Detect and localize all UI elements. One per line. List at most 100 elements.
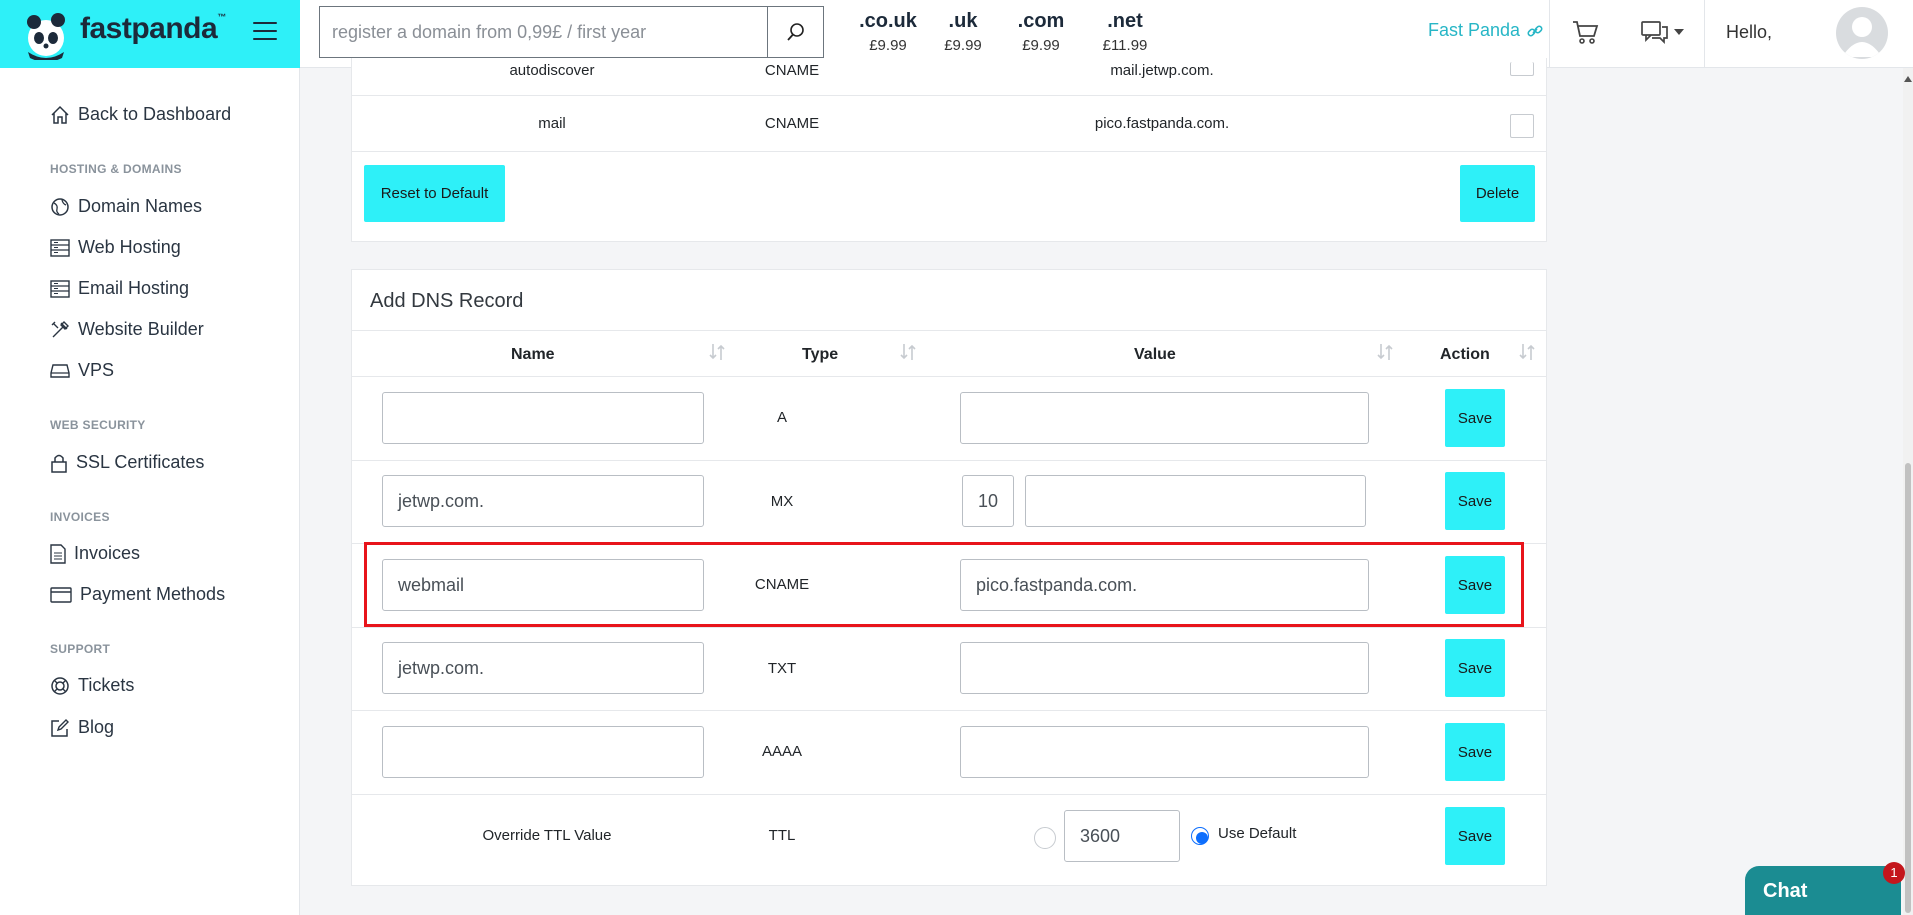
sidebar-item-payment-methods[interactable]: Payment Methods (50, 584, 225, 605)
name-input[interactable] (382, 392, 704, 444)
card-title: Add DNS Record (370, 290, 524, 312)
sort-icon[interactable] (1376, 342, 1394, 362)
scrollbar-thumb[interactable] (1905, 463, 1911, 913)
sidebar-item-domain-names[interactable]: Domain Names (50, 196, 202, 217)
link-icon (1527, 24, 1543, 37)
sidebar-item-label: Domain Names (78, 196, 203, 216)
value-input[interactable] (960, 642, 1369, 694)
fast-panda-link-label: Fast Panda (1428, 20, 1521, 40)
sidebar-section-invoices: INVOICES (50, 510, 110, 524)
record-type: MX (770, 493, 794, 510)
menu-toggle-icon[interactable] (253, 22, 277, 42)
search-button[interactable] (767, 7, 823, 57)
sidebar-item-label: VPS (78, 360, 115, 380)
use-default-ttl-radio[interactable] (1191, 827, 1209, 845)
tld-ext: .com (1017, 10, 1065, 32)
sidebar-item-vps[interactable]: VPS (50, 360, 114, 381)
record-checkbox[interactable] (1510, 62, 1534, 76)
panda-logo-icon (27, 13, 65, 60)
sidebar-item-blog[interactable]: Blog (50, 717, 114, 738)
user-avatar-icon (1842, 17, 1882, 57)
row-divider (352, 330, 1546, 331)
sidebar-item-back-to-dashboard[interactable]: Back to Dashboard (50, 104, 231, 125)
sort-icon[interactable] (899, 342, 917, 362)
column-header-action[interactable]: Action (1440, 346, 1490, 364)
sidebar-section-hosting: HOSTING & DOMAINS (50, 162, 182, 176)
chat-notification-badge: 1 (1883, 862, 1905, 884)
tld-com[interactable]: .com £9.99 (1012, 10, 1070, 54)
name-input[interactable]: jetwp.com. (382, 642, 704, 694)
sidebar-item-tickets[interactable]: Tickets (50, 675, 134, 696)
scroll-up-arrow-icon[interactable] (1904, 76, 1912, 82)
home-icon (51, 105, 69, 124)
sidebar-item-label: Invoices (74, 543, 141, 563)
tld-price: £9.99 (869, 37, 907, 54)
globe-icon (51, 197, 69, 216)
column-header-type[interactable]: Type (802, 346, 838, 364)
brand-area: fastpanda™ (0, 0, 300, 68)
sidebar-item-website-builder[interactable]: Website Builder (50, 319, 204, 340)
value-input[interactable] (960, 392, 1369, 444)
record-checkbox[interactable] (1510, 114, 1534, 138)
delete-button[interactable]: Delete (1460, 165, 1535, 222)
messages-dropdown[interactable] (1640, 19, 1684, 45)
ttl-label: Override TTL Value (482, 827, 612, 844)
column-header-name[interactable]: Name (511, 346, 555, 364)
tld-ext: .co.uk (859, 10, 917, 32)
record-value: mail.jetwp.com. (1110, 62, 1214, 79)
mx-priority-input[interactable]: 10 (962, 475, 1014, 527)
sidebar-item-web-hosting[interactable]: Web Hosting (50, 237, 181, 258)
use-default-label: Use Default (1218, 825, 1297, 842)
user-greeting: Hello, (1726, 22, 1773, 42)
record-type: TTL (768, 827, 796, 844)
name-input[interactable]: jetwp.com. (382, 475, 704, 527)
record-type: AAAA (761, 743, 803, 760)
sidebar-section-support: SUPPORT (50, 642, 111, 656)
tld-uk[interactable]: .uk £9.99 (937, 10, 989, 54)
brand-name: fastpanda™ (80, 12, 226, 45)
ttl-value-input[interactable]: 3600 (1064, 810, 1180, 862)
value-input[interactable] (1025, 475, 1366, 527)
sort-icon[interactable] (708, 342, 726, 362)
override-ttl-radio[interactable] (1034, 827, 1056, 849)
save-button[interactable]: Save (1445, 723, 1505, 781)
sidebar-item-label: Tickets (78, 675, 135, 695)
invoice-icon (50, 543, 66, 564)
server-icon (50, 238, 70, 257)
sidebar-item-invoices[interactable]: Invoices (50, 543, 140, 564)
page-scrollbar[interactable] (1903, 68, 1913, 915)
save-button[interactable]: Save (1445, 389, 1505, 447)
name-input[interactable] (382, 726, 704, 778)
sidebar-item-email-hosting[interactable]: Email Hosting (50, 278, 189, 299)
save-button[interactable]: Save (1445, 639, 1505, 697)
save-button[interactable]: Save (1445, 472, 1505, 530)
cart-icon[interactable] (1571, 19, 1599, 45)
domain-search (319, 6, 824, 58)
hard-drive-icon (50, 363, 70, 378)
save-button[interactable]: Save (1445, 807, 1505, 865)
chat-widget-button[interactable]: Chat (1745, 866, 1901, 915)
divider (1549, 0, 1550, 68)
tld-price: £9.99 (1022, 37, 1060, 54)
reset-to-default-button[interactable]: Reset to Default (364, 165, 505, 222)
domain-search-input[interactable] (320, 7, 768, 57)
divider (1704, 0, 1705, 68)
row-divider (352, 95, 1546, 96)
sidebar-item-label: Web Hosting (78, 237, 181, 257)
tld-ext: .uk (948, 10, 978, 32)
value-input[interactable] (960, 726, 1369, 778)
tld-co-uk[interactable]: .co.uk £9.99 (848, 10, 928, 54)
record-value: pico.fastpanda.com. (1094, 115, 1230, 132)
sort-icon[interactable] (1518, 342, 1536, 362)
sidebar: Back to Dashboard HOSTING & DOMAINS Doma… (0, 68, 300, 915)
avatar[interactable] (1836, 7, 1888, 59)
tld-price: £11.99 (1102, 37, 1148, 54)
tools-icon (51, 320, 69, 337)
tld-net[interactable]: .net £11.99 (1094, 10, 1156, 54)
sidebar-item-ssl-certificates[interactable]: SSL Certificates (50, 452, 204, 473)
fast-panda-link[interactable]: Fast Panda (1428, 20, 1544, 41)
chevron-down-icon (1674, 29, 1684, 35)
record-type: TXT (767, 660, 797, 677)
column-header-value[interactable]: Value (1134, 346, 1176, 364)
row-divider (352, 460, 1546, 461)
